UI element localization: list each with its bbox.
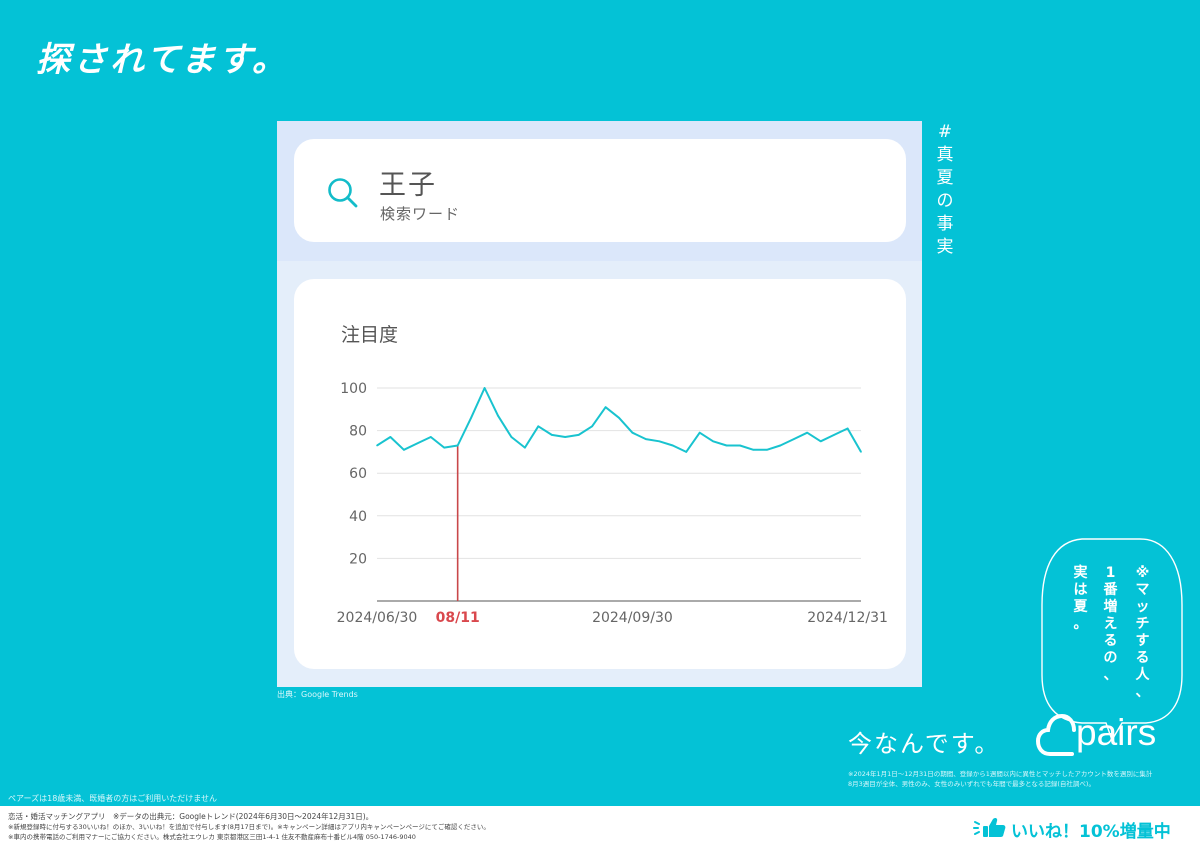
headline: 探されてます。 (36, 40, 289, 80)
hashtag-char: 実 (936, 237, 954, 257)
data-point (524, 446, 526, 449)
data-point (645, 438, 647, 440)
hashtag-vertical: # 真 夏 の 事 実 (935, 121, 955, 259)
bubble-column-1: ※ マッチする人、 (1135, 565, 1150, 700)
hashtag-char: 夏 (936, 168, 954, 188)
x-tick-label: 2024/09/30 (592, 610, 673, 626)
data-point (416, 442, 419, 445)
data-point (712, 440, 714, 443)
x-tick-label: 2024/12/31 (807, 610, 888, 626)
data-point (604, 406, 607, 408)
data-point (819, 440, 822, 443)
data-point (403, 448, 405, 451)
y-tick-label: 60 (349, 466, 367, 482)
data-point (483, 387, 486, 389)
series-line (376, 387, 862, 453)
data-point (550, 434, 553, 436)
data-point (766, 448, 768, 451)
data-point (792, 438, 795, 440)
y-tick-label: 40 (349, 509, 367, 525)
data-point (658, 440, 661, 443)
footer-line: ※車内の携帯電話のご利用マナーにご協力ください。株式会社エウレカ 東京都港区三田… (8, 833, 416, 841)
hashtag-char: 事 (936, 214, 954, 234)
bubble-column-3: 実は夏。 (1073, 565, 1088, 632)
data-point (577, 434, 580, 436)
data-point (618, 417, 620, 419)
data-point (456, 444, 459, 447)
data-point (846, 427, 849, 430)
bubble-column-2: 1 番増えるの、 (1103, 565, 1118, 683)
x-tick-label: 2024/06/30 (337, 610, 418, 626)
data-point (443, 446, 446, 449)
thumbs-up-icon (973, 817, 1006, 837)
search-box[interactable]: 王子 検索ワード (294, 139, 906, 242)
y-tick-label: 80 (349, 424, 367, 440)
data-point (806, 431, 809, 434)
data-point (376, 444, 378, 447)
hashtag-char: # (937, 122, 953, 142)
fine-print-right: ※2024年1月1日〜12月31日の期間、登録から1週間以内に異性とマッチしたア… (848, 770, 1153, 788)
data-point (389, 436, 392, 438)
footer-line: ※新規登録時に付与する30いいね！のほか、3いいね！を追加で付与します(8月17… (8, 823, 490, 831)
data-point (564, 436, 567, 438)
tagline: 今なんです。 (848, 730, 1001, 758)
age-notice: ペアーズは18歳未満、既婚者の方はご利用いただけません (8, 794, 218, 803)
hashtag-char: 真 (936, 145, 954, 165)
y-tick-label: 20 (349, 551, 367, 567)
like-bonus-badge: いいね！10%増量中 (973, 815, 1188, 842)
data-point (429, 436, 432, 438)
interest-chart-card: 注目度 20 40 60 80 100 2024/06/30 08/11 2024/09/30… (294, 279, 906, 669)
y-tick-label: 100 (340, 381, 367, 397)
data-point (510, 436, 513, 438)
x-tick-label: 08/11 (436, 610, 480, 626)
data-point (698, 431, 701, 434)
data-point (537, 425, 540, 428)
footer-notes: 恋活・婚活マッチングアプリ ※データの出典元：Googleトレンド(2024年6… (8, 812, 490, 842)
data-point (752, 448, 755, 451)
pairs-wordmark: pairs (1076, 712, 1157, 753)
data-point (497, 414, 499, 417)
data-point (725, 444, 728, 447)
hashtag-char: の (936, 191, 954, 211)
interest-chart: 20 40 60 80 100 2024/06/30 08/11 2024/09/30 2024… (337, 381, 888, 626)
source-note: 出典：Google Trends (277, 690, 358, 699)
data-point (779, 444, 782, 447)
trends-panel: 王子 検索ワード 注目度 20 40 60 80 100 2024/06/30 08/11 2… (277, 121, 922, 687)
data-point (470, 417, 472, 419)
pairs-heart-icon (1035, 713, 1076, 756)
data-point (591, 425, 593, 428)
footer-line: 恋活・婚活マッチングアプリ ※データの出典元：Googleトレンド(2024年6… (8, 812, 374, 821)
search-term: 王子 (379, 170, 437, 201)
data-point (685, 451, 688, 453)
data-point (860, 451, 862, 453)
search-term-label: 検索ワード (380, 205, 461, 223)
search-icon (328, 178, 358, 208)
data-point (833, 434, 835, 436)
like-bonus-text: いいね！10%増量中 (1011, 822, 1171, 842)
data-point (631, 431, 634, 434)
data-point (671, 444, 674, 447)
data-point (739, 444, 741, 447)
footer-bar: 恋活・婚活マッチングアプリ ※データの出典元：Googleトレンド(2024年6… (0, 806, 1200, 848)
pairs-logo: pairs (1035, 710, 1176, 762)
